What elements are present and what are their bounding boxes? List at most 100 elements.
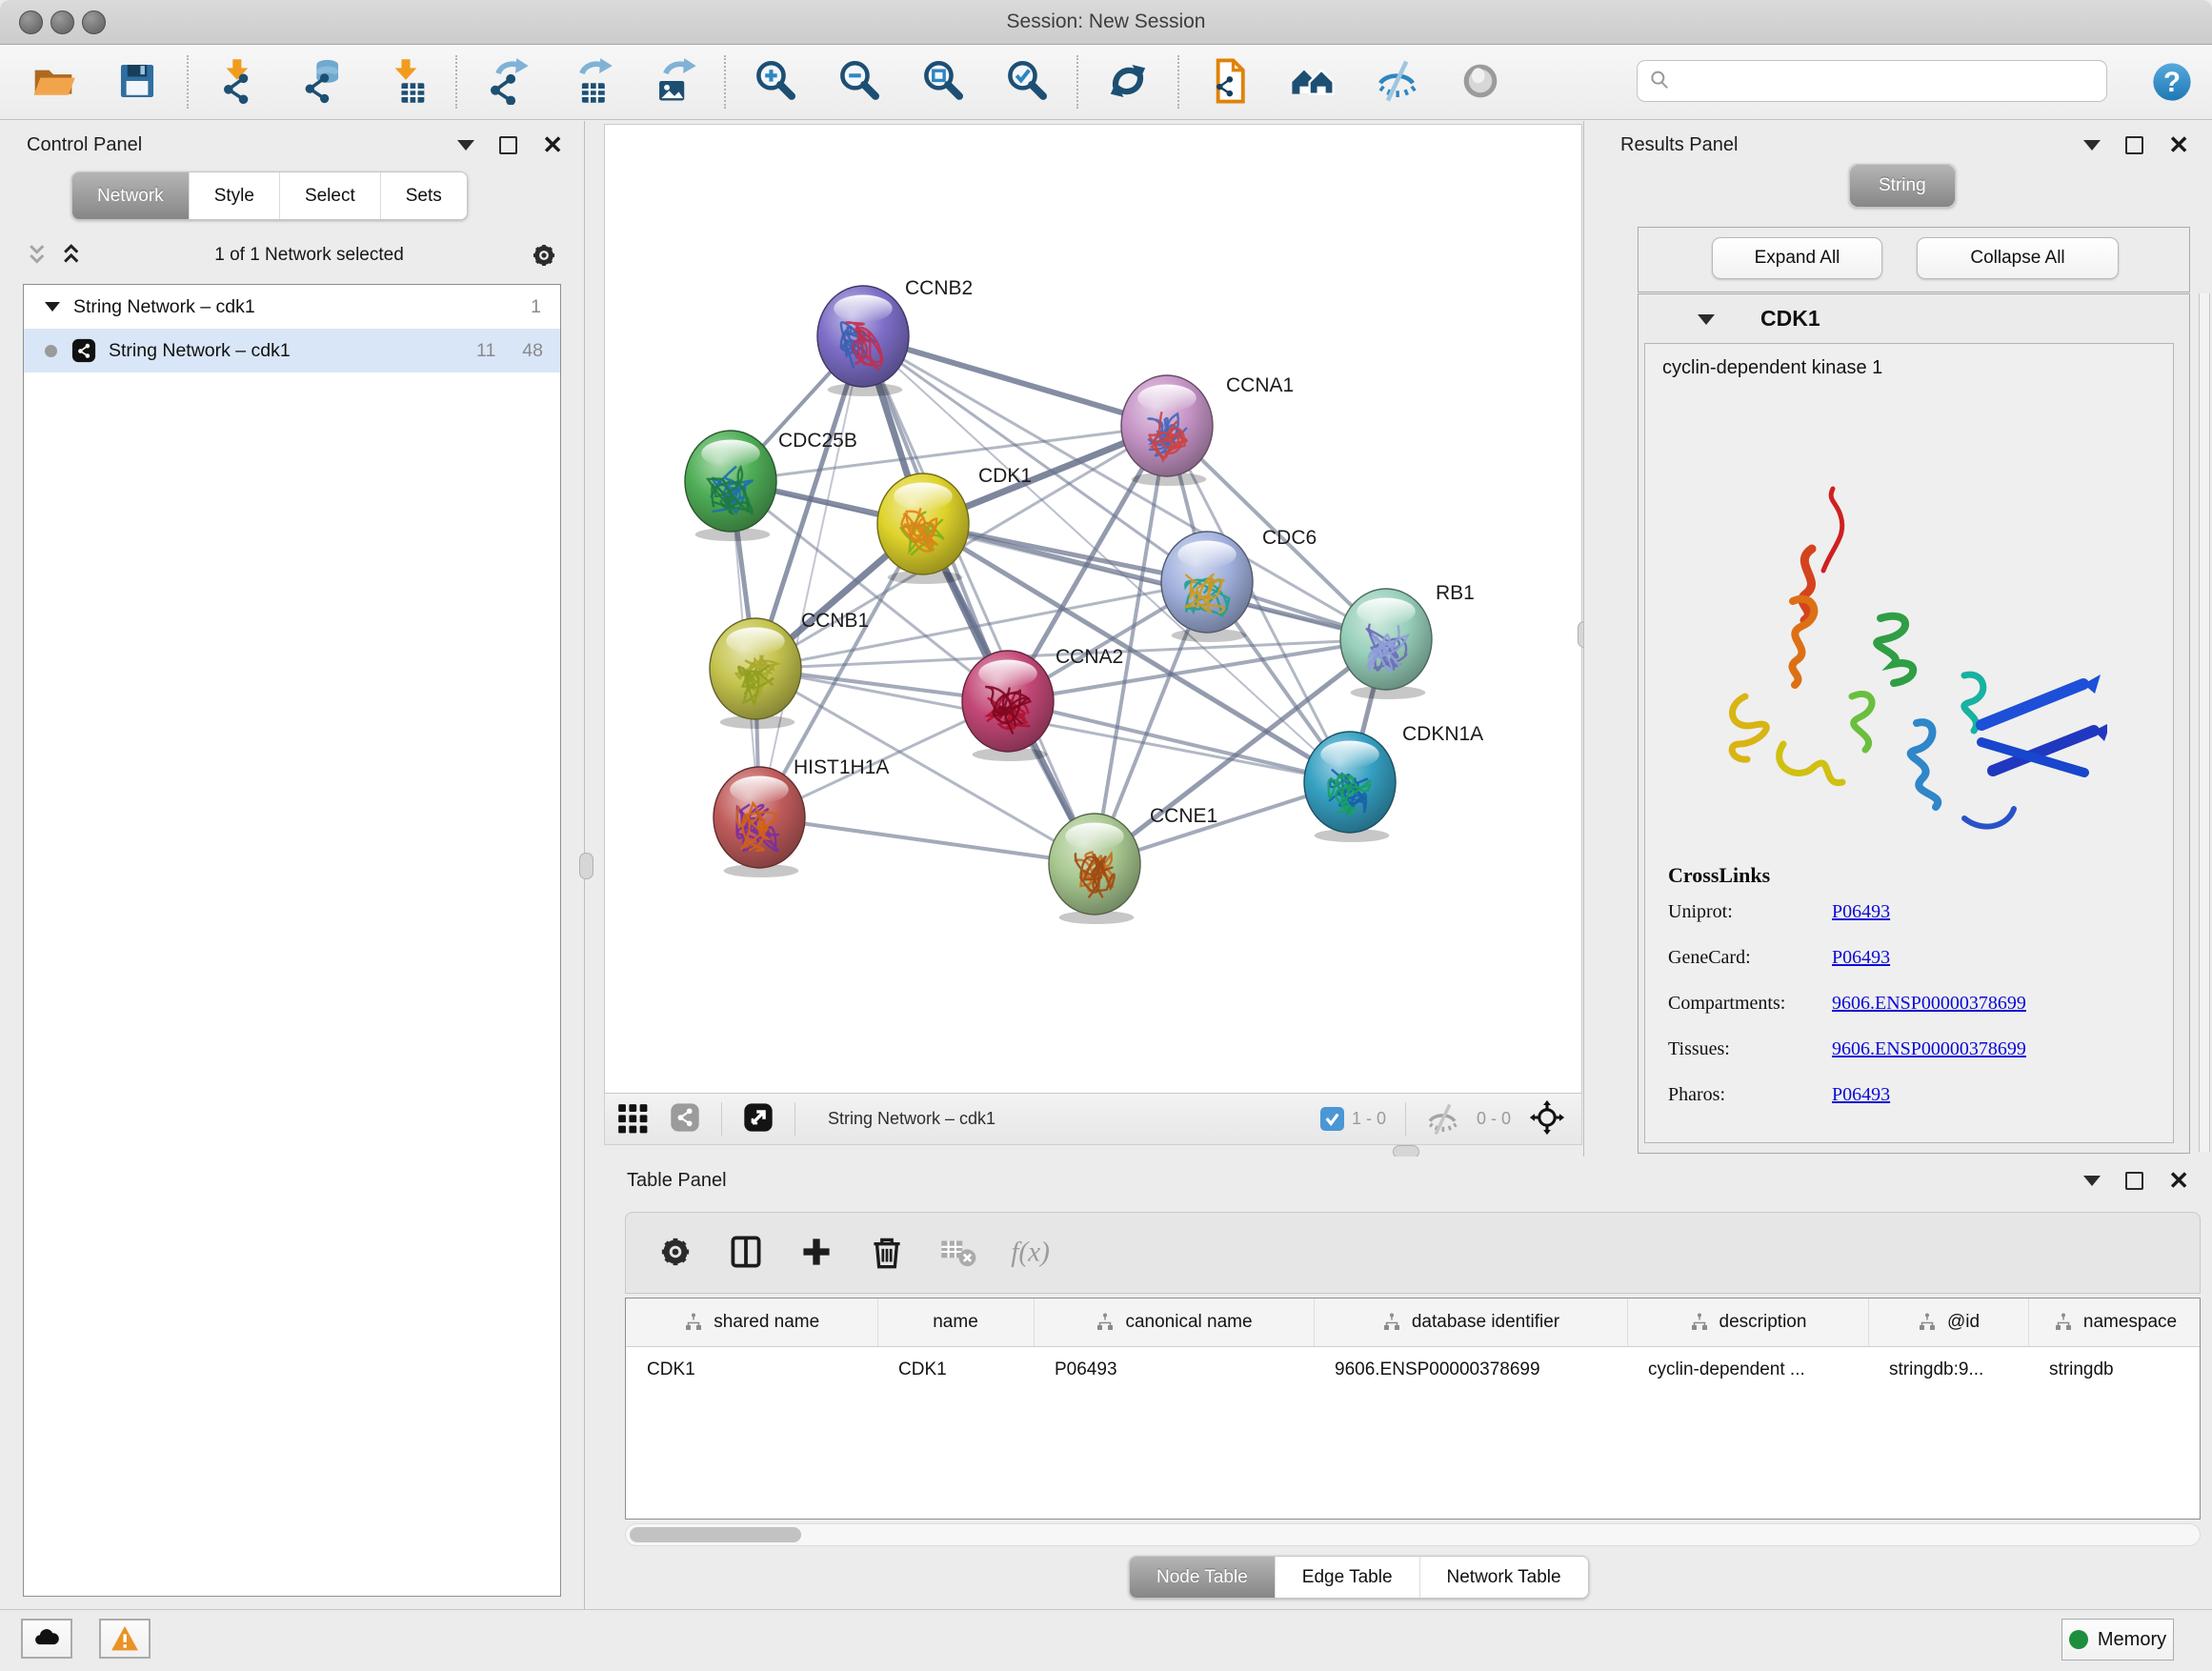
cloud-status-button[interactable] <box>21 1619 72 1659</box>
crosslink-row: Tissues:9606.ENSP00000378699 <box>1668 1038 2026 1060</box>
network-collection-row[interactable]: String Network – cdk1 1 <box>24 285 560 329</box>
close-panel-icon[interactable]: ✕ <box>542 138 563 152</box>
hide-selected-button[interactable] <box>1368 51 1425 112</box>
expand-all-icon[interactable] <box>57 238 91 272</box>
network-view-toolbar: String Network – cdk1 1 - 0 0 - 0 <box>604 1094 1582 1145</box>
zoom-out-button[interactable] <box>831 51 888 112</box>
panel-menu-icon[interactable] <box>2083 1176 2101 1186</box>
tab-network-table[interactable]: Network Table <box>1420 1557 1588 1598</box>
delete-column-icon[interactable] <box>860 1226 914 1279</box>
table-horizontal-scrollbar[interactable] <box>625 1523 2201 1546</box>
svg-text:?: ? <box>2163 67 2181 98</box>
column-header-namespace[interactable]: namespace <box>2028 1299 2201 1347</box>
results-scrollbar[interactable] <box>2199 293 2210 1152</box>
column-header--id[interactable]: @id <box>1868 1299 2028 1347</box>
expand-all-button[interactable]: Expand All <box>1712 237 1882 279</box>
string-network-icon <box>70 337 97 364</box>
hidden-eye-icon <box>1421 1098 1463 1140</box>
table-settings-gear-icon[interactable] <box>649 1226 702 1279</box>
node-CCNB2[interactable]: CCNB2 <box>817 277 973 396</box>
node-RB1[interactable]: RB1 <box>1340 582 1475 699</box>
memory-button[interactable]: Memory <box>2061 1619 2174 1661</box>
crosslink-label: Compartments: <box>1668 993 1832 1015</box>
show-hidden-button[interactable] <box>1452 51 1509 112</box>
import-network-from-database-button[interactable] <box>293 51 351 112</box>
close-panel-icon[interactable]: ✕ <box>2168 1174 2189 1188</box>
node-section-header[interactable]: CDK1 <box>1639 302 2189 340</box>
tab-select[interactable]: Select <box>280 172 381 219</box>
tab-network[interactable]: Network <box>72 172 190 219</box>
show-home-button[interactable] <box>1284 51 1341 112</box>
tab-style[interactable]: Style <box>190 172 280 219</box>
node-CCNB1[interactable]: CCNB1 <box>710 610 869 729</box>
network-from-document-button[interactable] <box>1200 51 1257 112</box>
add-column-icon[interactable] <box>790 1226 843 1279</box>
warnings-button[interactable] <box>99 1619 151 1659</box>
export-network-button[interactable] <box>478 51 535 112</box>
network-canvas[interactable]: CCNB2CCNA1CDC25BCDK1CDC6RB1CCNB1CCNA2CDK… <box>604 124 1582 1094</box>
crosslink-link[interactable]: 9606.ENSP00000378699 <box>1832 1038 2026 1060</box>
open-session-button[interactable] <box>25 51 82 112</box>
node-name: CDK1 <box>1760 306 1820 332</box>
export-network-icon <box>483 57 531 108</box>
selected-checkbox-icon[interactable] <box>1320 1107 1344 1131</box>
export-image-button[interactable] <box>646 51 703 112</box>
import-network-from-file-button[interactable] <box>210 51 267 112</box>
table-row[interactable]: CDK1CDK1P064939606.ENSP00000378699cyclin… <box>626 1347 2201 1394</box>
network-overview-icon[interactable] <box>664 1098 706 1140</box>
window-title: Session: New Session <box>0 0 2212 44</box>
collapse-all-button[interactable]: Collapse All <box>1917 237 2119 279</box>
toolbar-separator <box>724 55 726 109</box>
export-image-icon <box>651 57 698 108</box>
column-header-shared-name[interactable]: shared name <box>626 1299 877 1347</box>
float-panel-icon[interactable] <box>2125 1172 2143 1190</box>
close-panel-icon[interactable]: ✕ <box>2168 138 2189 152</box>
crosslink-link[interactable]: P06493 <box>1832 947 1890 969</box>
node-HIST1H1A[interactable]: HIST1H1A <box>714 756 889 877</box>
float-panel-icon[interactable] <box>499 136 517 154</box>
edge-CCNB2-CCNE1 <box>863 336 1095 864</box>
detach-view-icon[interactable] <box>737 1098 779 1140</box>
tab-node-table[interactable]: Node Table <box>1130 1557 1276 1598</box>
show-home-icon <box>1289 57 1337 108</box>
node-CDKN1A[interactable]: CDKN1A <box>1304 723 1483 842</box>
help-button[interactable]: ? <box>2149 59 2195 105</box>
export-table-button[interactable] <box>562 51 619 112</box>
column-header-description[interactable]: description <box>1627 1299 1868 1347</box>
panel-menu-icon[interactable] <box>2083 140 2101 151</box>
section-expander-icon[interactable] <box>1698 314 1715 325</box>
birdseye-crosshair-icon[interactable] <box>1526 1098 1568 1140</box>
search-box[interactable] <box>1637 60 2107 102</box>
collapse-all-icon[interactable] <box>23 238 57 272</box>
zoom-in-button[interactable] <box>747 51 804 112</box>
node-CCNA1[interactable]: CCNA1 <box>1121 374 1294 486</box>
network-options-gear-icon[interactable] <box>527 238 561 272</box>
apply-preferred-layout-button[interactable] <box>1099 51 1156 112</box>
zoom-fit-content-button[interactable] <box>915 51 972 112</box>
column-header-database-identifier[interactable]: database identifier <box>1314 1299 1627 1347</box>
collection-expander-icon[interactable] <box>45 302 60 312</box>
import-table-from-file-button[interactable] <box>377 51 434 112</box>
crosslink-link[interactable]: P06493 <box>1832 901 1890 923</box>
network-row[interactable]: String Network – cdk1 11 48 <box>24 329 560 372</box>
scrollbar-thumb[interactable] <box>630 1527 801 1542</box>
tab-sets[interactable]: Sets <box>381 172 467 219</box>
show-columns-icon[interactable] <box>719 1226 773 1279</box>
crosslink-link[interactable]: 9606.ENSP00000378699 <box>1832 993 2026 1015</box>
search-input[interactable] <box>1670 63 2106 99</box>
column-header-canonical-name[interactable]: canonical name <box>1034 1299 1314 1347</box>
grid-view-icon[interactable] <box>611 1098 653 1140</box>
node-label-CDC25B: CDC25B <box>778 430 857 452</box>
crosslink-link[interactable]: P06493 <box>1832 1084 1890 1106</box>
save-session-button[interactable] <box>109 51 166 112</box>
node-label-CCNE1: CCNE1 <box>1150 805 1217 827</box>
tab-string[interactable]: String <box>1850 165 1955 207</box>
panel-menu-icon[interactable] <box>457 140 474 151</box>
node-CCNE1[interactable]: CCNE1 <box>1049 805 1217 924</box>
network-row-label: String Network – cdk1 <box>109 340 291 362</box>
column-header-name[interactable]: name <box>877 1299 1034 1347</box>
left-splitter-handle[interactable] <box>579 853 593 879</box>
tab-edge-table[interactable]: Edge Table <box>1276 1557 1420 1598</box>
float-panel-icon[interactable] <box>2125 136 2143 154</box>
zoom-selected-button[interactable] <box>998 51 1056 112</box>
